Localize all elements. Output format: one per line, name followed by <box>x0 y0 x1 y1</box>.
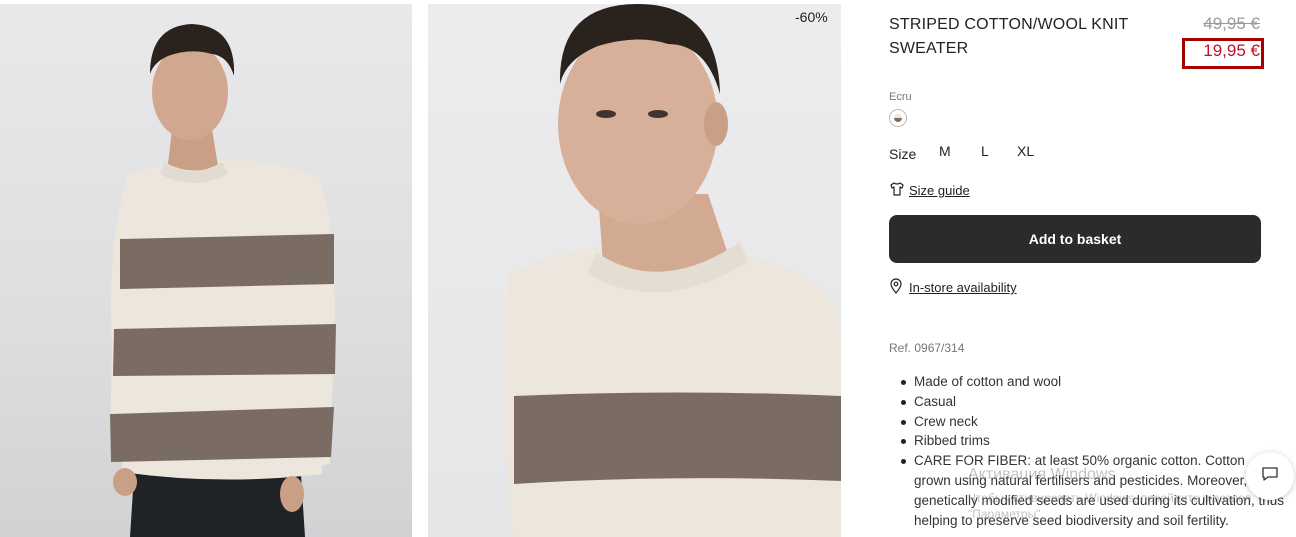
size-option-l[interactable]: L <box>981 143 989 159</box>
os-activation-watermark-subtitle: Чтобы активировать Windows, перейдите в … <box>968 491 1252 521</box>
product-reference: Ref. 0967/314 <box>889 341 965 355</box>
in-store-availability-label[interactable]: In-store availability <box>909 280 1017 295</box>
model-full-illustration <box>110 24 336 537</box>
discount-badge: -60% <box>795 9 828 25</box>
size-guide-link[interactable]: Size guide <box>889 181 970 200</box>
size-label: Size <box>889 146 917 162</box>
chat-bubble-icon <box>1261 465 1279 488</box>
feature-item: Casual <box>901 392 1284 412</box>
color-label: Ecru <box>889 91 912 103</box>
feature-item: Ribbed trims <box>901 431 1284 451</box>
product-photo-closeup[interactable] <box>428 4 841 537</box>
chat-button[interactable] <box>1246 452 1294 500</box>
feature-item: Made of cotton and wool <box>901 372 1284 392</box>
product-title: STRIPED COTTON/WOOL KNIT SWEATER <box>889 16 1129 57</box>
model-closeup-illustration <box>504 4 841 537</box>
sale-price: 19,95 € <box>1203 41 1260 60</box>
size-guide-label[interactable]: Size guide <box>909 183 970 198</box>
old-price: 49,95 € <box>1203 14 1260 33</box>
feature-item: Crew neck <box>901 412 1284 432</box>
size-option-xl[interactable]: XL <box>1017 143 1034 159</box>
size-option-m[interactable]: M <box>939 143 951 159</box>
ecru-swatch[interactable] <box>889 109 907 127</box>
os-activation-watermark-title: Активация Windows <box>968 466 1116 483</box>
product-photo-full[interactable] <box>0 4 412 537</box>
tshirt-icon <box>889 181 905 200</box>
in-store-availability-link[interactable]: In-store availability <box>889 278 1017 297</box>
add-to-basket-button[interactable]: Add to basket <box>889 215 1261 263</box>
location-pin-icon <box>889 278 903 297</box>
